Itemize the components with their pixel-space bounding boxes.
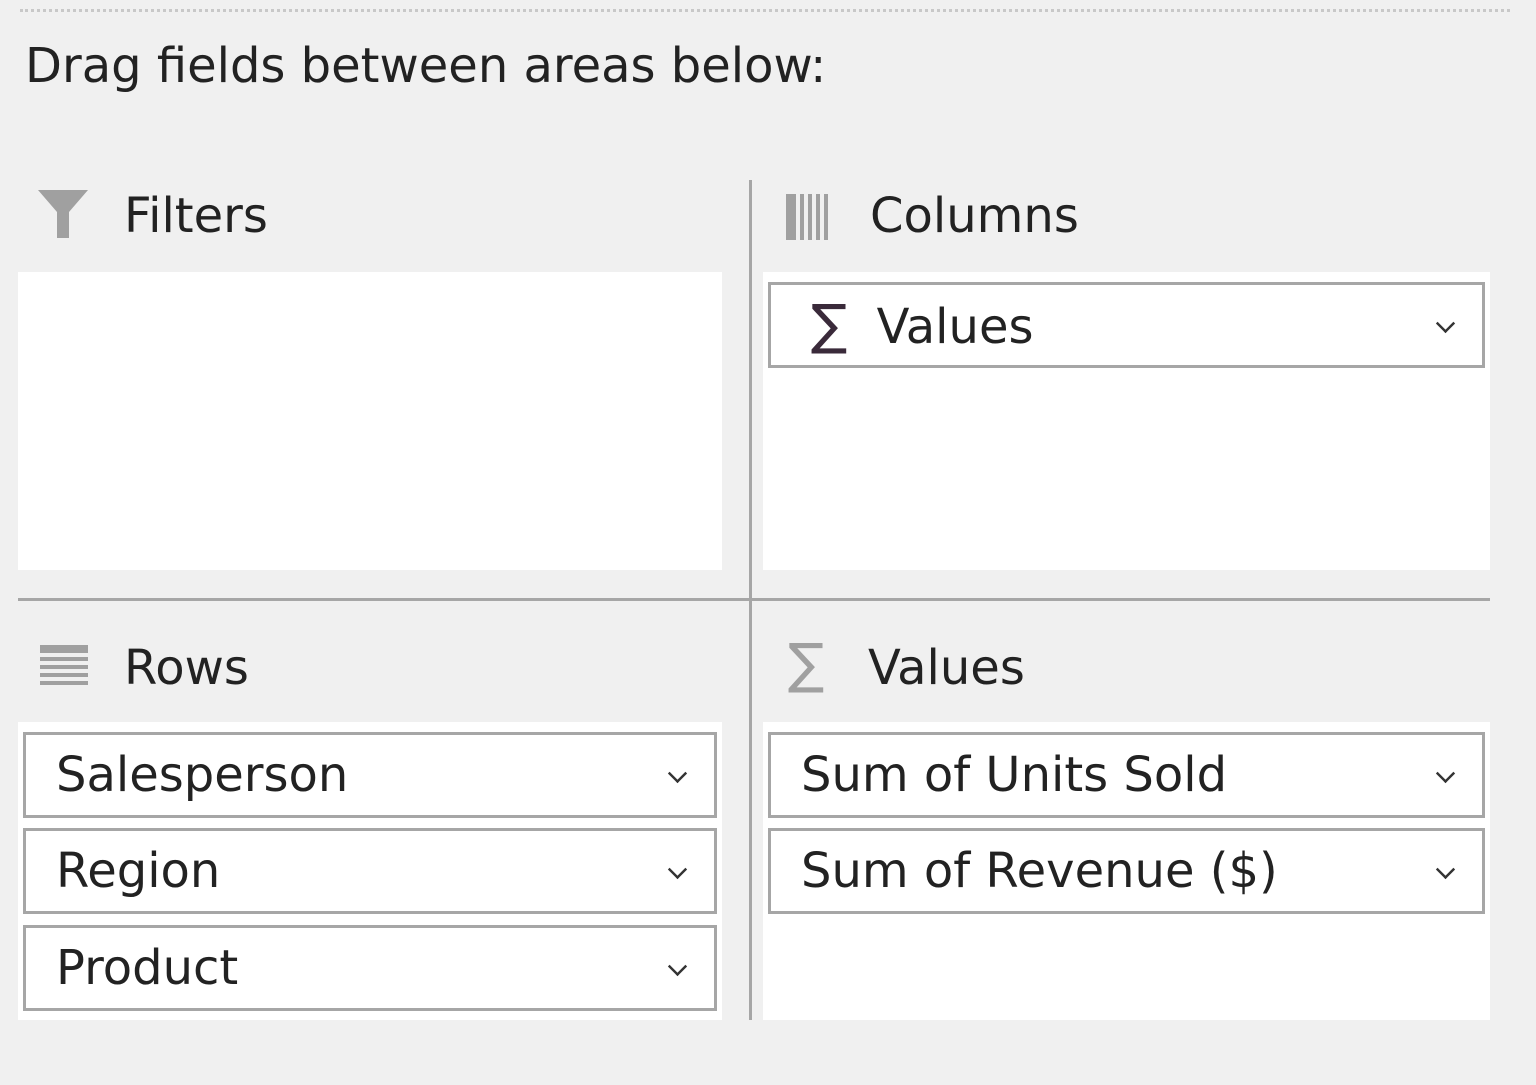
columns-header: Columns: [870, 188, 1079, 244]
sigma-icon: ∑: [788, 632, 824, 695]
chevron-down-icon[interactable]: [1436, 860, 1455, 879]
filters-header: Filters: [124, 188, 268, 244]
chevron-down-icon[interactable]: [668, 957, 687, 976]
values-drop-area[interactable]: Sum of Units Sold Sum of Revenue ($): [763, 722, 1490, 1020]
columns-field-values[interactable]: ∑ Values: [768, 282, 1485, 368]
rows-field-region[interactable]: Region: [23, 828, 717, 914]
field-label: Values: [877, 299, 1034, 355]
chevron-down-icon[interactable]: [1436, 764, 1455, 783]
chevron-down-icon[interactable]: [668, 860, 687, 879]
filter-icon: [37, 188, 89, 240]
rows-drop-area[interactable]: Salesperson Region Product: [18, 722, 722, 1020]
field-label: Region: [56, 843, 220, 899]
columns-drop-area[interactable]: ∑ Values: [763, 272, 1490, 570]
field-label: Sum of Revenue ($): [801, 843, 1278, 899]
rows-header: Rows: [124, 640, 249, 696]
field-label: Salesperson: [56, 747, 348, 803]
divider-dotted: [20, 9, 1510, 12]
rows-icon: [40, 645, 88, 687]
instructions-label: Drag fields between areas below:: [25, 38, 826, 94]
columns-icon: [786, 194, 830, 240]
chevron-down-icon[interactable]: [1436, 314, 1455, 333]
values-field-units-sold[interactable]: Sum of Units Sold: [768, 732, 1485, 818]
values-header: Values: [868, 640, 1025, 696]
values-field-revenue[interactable]: Sum of Revenue ($): [768, 828, 1485, 914]
sigma-icon: ∑: [811, 293, 847, 356]
rows-field-product[interactable]: Product: [23, 925, 717, 1011]
horizontal-divider: [18, 598, 1490, 601]
chevron-down-icon[interactable]: [668, 764, 687, 783]
filters-drop-area[interactable]: [18, 272, 722, 570]
field-label: Product: [56, 940, 238, 996]
field-label: Sum of Units Sold: [801, 747, 1227, 803]
rows-field-salesperson[interactable]: Salesperson: [23, 732, 717, 818]
